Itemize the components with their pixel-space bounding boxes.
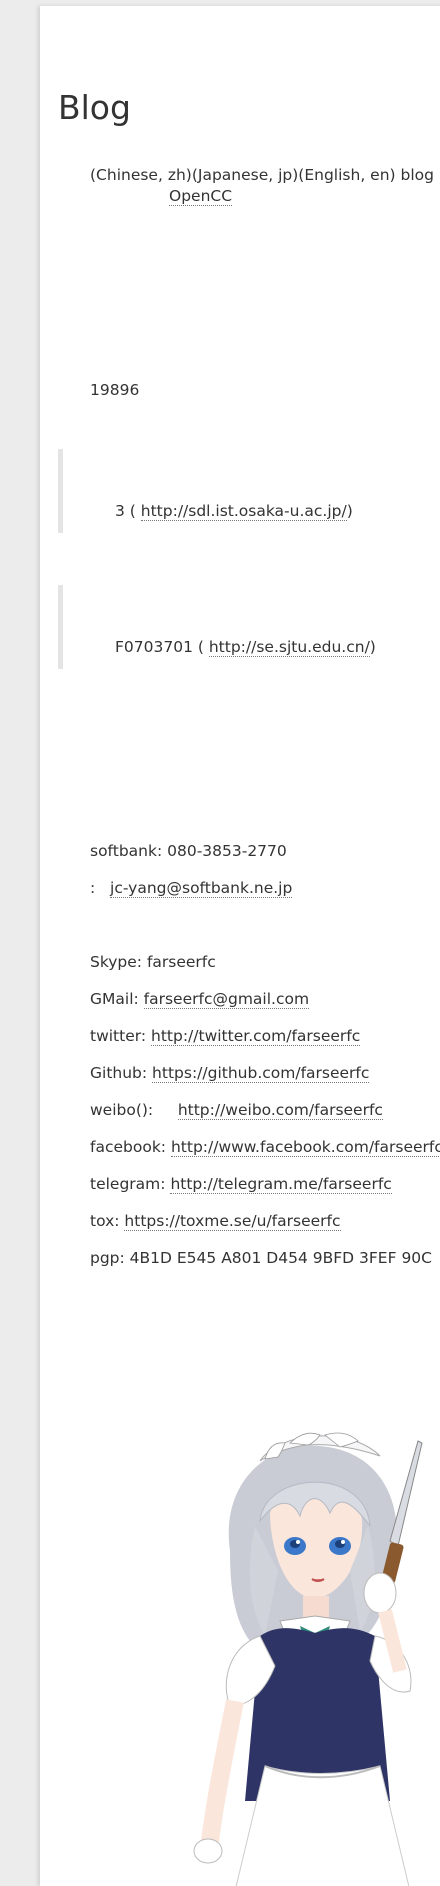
github-link[interactable]: https://github.com/farseerfc xyxy=(152,1064,370,1083)
school1-row: 3 ( http://sdl.ist.osaka-u.ac.jp/) xyxy=(115,502,353,521)
opencc-link[interactable]: OpenCC xyxy=(169,187,233,206)
softbank-phone: softbank: 080-3853-2770 xyxy=(90,842,287,860)
twitter-label: twitter: xyxy=(90,1027,147,1045)
facebook-row: facebook: http://www.facebook.com/farsee… xyxy=(90,1138,440,1157)
osaka-university-link[interactable]: http://sdl.ist.osaka-u.ac.jp/ xyxy=(140,502,347,521)
opencc-link-row: OpenCC xyxy=(169,187,233,206)
school2-suffix: ) xyxy=(369,638,376,656)
softbank-mail-link[interactable]: jc-yang@softbank.ne.jp xyxy=(110,879,293,898)
twitter-row: twitter: http://twitter.com/farseerfc xyxy=(90,1027,361,1046)
school1-prefix: 3 ( xyxy=(115,502,136,520)
telegram-link[interactable]: http://telegram.me/farseerfc xyxy=(170,1175,392,1194)
pgp-fingerprint: pgp: 4B1D E545 A801 D454 9BFD 3FEF 90C xyxy=(90,1249,432,1267)
telegram-label: telegram: xyxy=(90,1175,166,1193)
intro-text: (Chinese, zh)(Japanese, jp)(English, en)… xyxy=(90,166,434,184)
school2-row: F0703701 ( http://se.sjtu.edu.cn/) xyxy=(115,638,376,657)
weibo-link[interactable]: http://weibo.com/farseerfc xyxy=(177,1101,383,1120)
facebook-label: facebook: xyxy=(90,1138,167,1156)
page-sheet: Blog (Chinese, zh)(Japanese, jp)(English… xyxy=(40,6,440,1886)
gmail-label: GMail: xyxy=(90,990,139,1008)
year-text: 19896 xyxy=(90,381,140,399)
facebook-link[interactable]: http://www.facebook.com/farseerfc xyxy=(170,1138,440,1157)
school1-suffix: ) xyxy=(346,502,353,520)
github-label: Github: xyxy=(90,1064,148,1082)
mail-label: : xyxy=(90,879,96,897)
github-row: Github: https://github.com/farseerfc xyxy=(90,1064,370,1083)
weibo-row: weibo(): http://weibo.com/farseerfc xyxy=(90,1101,383,1120)
blockquote-bar xyxy=(58,585,63,669)
school2-prefix: F0703701 ( xyxy=(115,638,204,656)
tox-link[interactable]: https://toxme.se/u/farseerfc xyxy=(124,1212,341,1231)
tox-row: tox: https://toxme.se/u/farseerfc xyxy=(90,1212,341,1231)
skype-text: Skype: farseerfc xyxy=(90,953,216,971)
twitter-link[interactable]: http://twitter.com/farseerfc xyxy=(151,1027,361,1046)
gmail-row: GMail: farseerfc@gmail.com xyxy=(90,990,310,1009)
telegram-row: telegram: http://telegram.me/farseerfc xyxy=(90,1175,392,1194)
weibo-label: weibo(): xyxy=(90,1101,154,1119)
mail-row: : jc-yang@softbank.ne.jp xyxy=(90,879,293,898)
tox-label: tox: xyxy=(90,1212,120,1230)
blockquote-bar xyxy=(58,449,63,533)
gmail-link[interactable]: farseerfc@gmail.com xyxy=(143,990,310,1009)
page-title: Blog xyxy=(58,88,131,127)
sjtu-link[interactable]: http://se.sjtu.edu.cn/ xyxy=(208,638,370,657)
maid-character-illustration xyxy=(193,1432,423,1886)
